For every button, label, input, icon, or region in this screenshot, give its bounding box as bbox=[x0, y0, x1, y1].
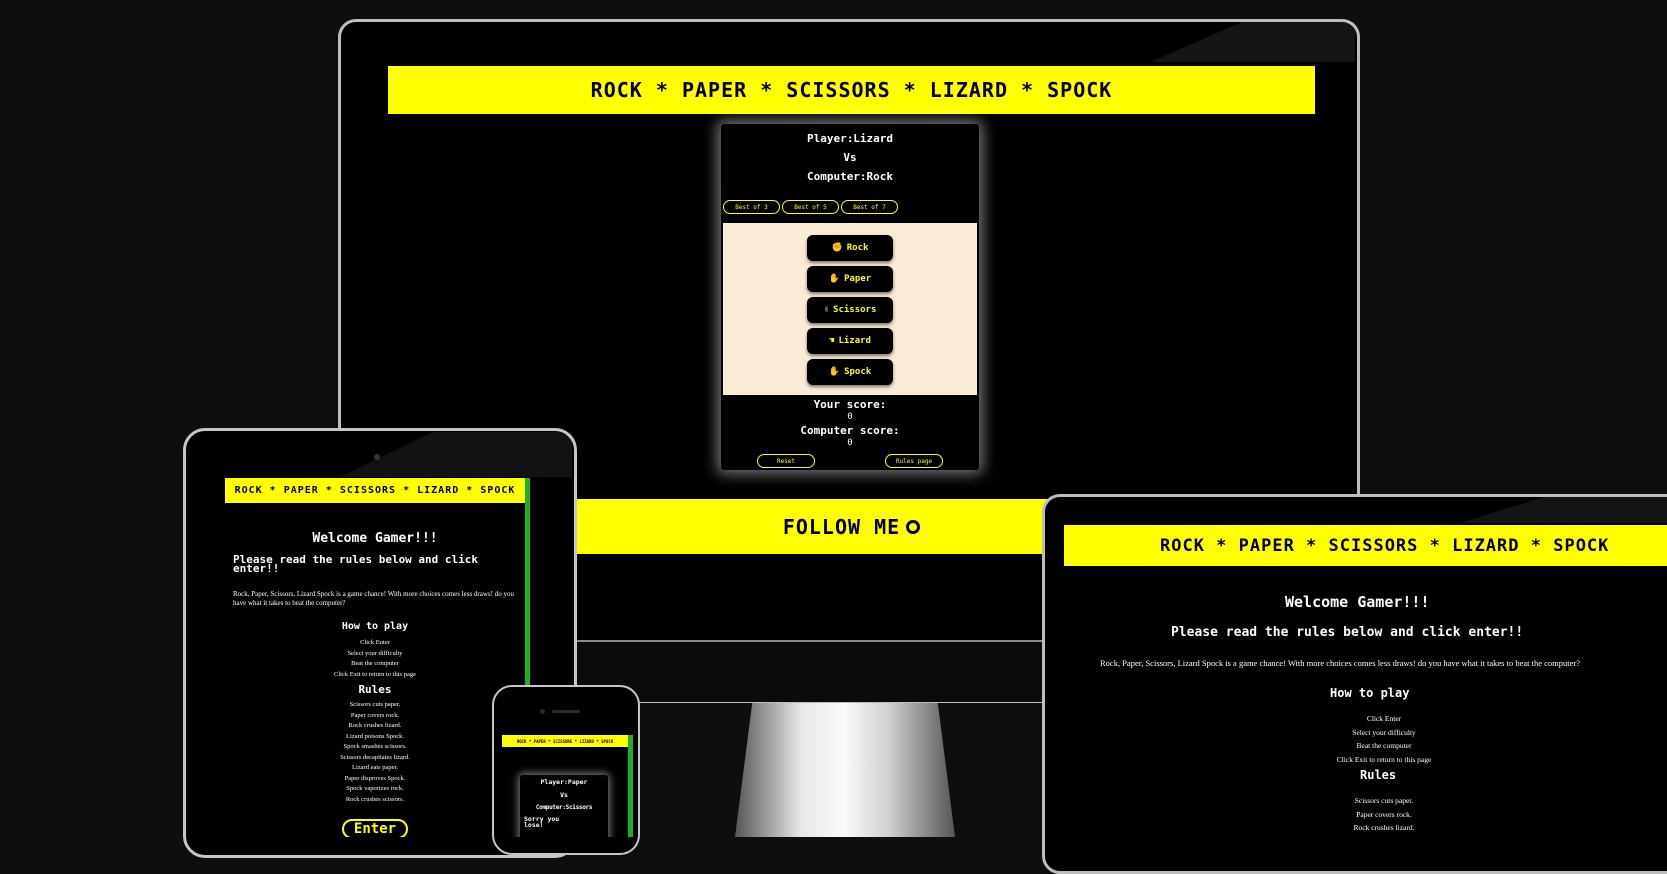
phone-header: ROCK * PAPER * SCISSORS * LIZARD * SPOCK bbox=[502, 735, 628, 747]
laptop-welcome-heading: Welcome Gamer!!! bbox=[1285, 593, 1430, 611]
hand-fist-icon: ✊ bbox=[831, 243, 843, 253]
hand-scissors-icon: ✌ bbox=[823, 305, 830, 315]
laptop-rules-heading: Rules bbox=[1360, 768, 1397, 782]
github-icon[interactable] bbox=[906, 519, 921, 534]
laptop-screen: ROCK * PAPER * SCISSORS * LIZARD * SPOCK… bbox=[1064, 525, 1667, 837]
phone-vs-label: Vs bbox=[560, 791, 568, 799]
phone-screen: ROCK * PAPER * SCISSORS * LIZARD * SPOCK… bbox=[502, 735, 633, 837]
spock-button[interactable]: ✋ Spock bbox=[807, 359, 893, 385]
phone-game-card: Player:Paper Vs Computer:Scissors Sorry … bbox=[520, 775, 608, 837]
phone-camera bbox=[540, 709, 545, 714]
tablet-rules-list: Scissors cuts paper. Paper covers rock. … bbox=[340, 701, 410, 803]
rules-page-button[interactable]: Rules page bbox=[885, 454, 943, 468]
player-choice: Player:Lizard bbox=[806, 132, 894, 145]
phone-result: Sorry you lose! bbox=[524, 815, 560, 829]
tablet-screen: ROCK * PAPER * SCISSORS * LIZARD * SPOCK… bbox=[225, 478, 530, 837]
your-score-value: 0 bbox=[847, 412, 853, 422]
follow-me-link[interactable]: FOLLOW ME bbox=[783, 515, 900, 539]
laptop-subheading: Please read the rules below and click en… bbox=[1171, 625, 1524, 640]
computer-choice: Computer:Rock bbox=[806, 170, 894, 183]
phone-computer-choice: Computer:Scissors bbox=[535, 804, 593, 811]
game-card: Player:Lizard Vs Computer:Rock Best of 3… bbox=[721, 124, 979, 470]
computer-score-value: 0 bbox=[847, 438, 853, 448]
tablet-welcome-heading: Welcome Gamer!!! bbox=[312, 531, 438, 546]
best-of-7-button[interactable]: Best of 7 bbox=[841, 200, 898, 214]
hand-spock-icon: ✋ bbox=[828, 367, 841, 377]
your-score-label: Your score: bbox=[813, 398, 887, 411]
hand-lizard-icon: ☚ bbox=[829, 336, 835, 346]
laptop-intro: Rock, Paper, Scissors, Lizard Spock is a… bbox=[1100, 658, 1580, 668]
tablet-header: ROCK * PAPER * SCISSORS * LIZARD * SPOCK bbox=[225, 478, 525, 503]
laptop-rules-list: Scissors cuts paper. Paper covers rock. … bbox=[1351, 796, 1418, 837]
laptop-how-list: Click Enter Select your difficulty Beat … bbox=[1336, 714, 1432, 764]
tablet-intro: Rock, Paper, Scissors, Lizard Spock is a… bbox=[233, 590, 514, 607]
rock-button[interactable]: ✊ Rock bbox=[807, 235, 893, 261]
tablet-rules-heading: Rules bbox=[358, 683, 392, 696]
tablet-how-list: Click Enter Select your difficulty Beat … bbox=[334, 639, 416, 678]
vs-label: Vs bbox=[843, 151, 857, 164]
phone-player-choice: Player:Paper bbox=[540, 778, 588, 786]
lizard-button[interactable]: ☚ Lizard bbox=[807, 328, 893, 354]
tablet-enter-button[interactable]: Enter bbox=[342, 819, 408, 837]
site-title: ROCK * PAPER * SCISSORS * LIZARD * SPOCK bbox=[590, 78, 1113, 102]
paper-button[interactable]: ✋ Paper bbox=[807, 266, 893, 292]
monitor-stand bbox=[735, 700, 955, 837]
choices-panel: ✊ Rock ✋ Paper ✌ Scissors ☚ Lizard ✋ Spo… bbox=[723, 223, 977, 395]
phone-scrollbar[interactable] bbox=[628, 735, 633, 837]
desktop-header: ROCK * PAPER * SCISSORS * LIZARD * SPOCK bbox=[388, 66, 1315, 114]
best-of-5-button[interactable]: Best of 5 bbox=[782, 200, 839, 214]
laptop-how-heading: How to play bbox=[1330, 686, 1410, 700]
computer-score-label: Computer score: bbox=[800, 424, 900, 437]
phone-speaker bbox=[552, 710, 580, 713]
scissors-button[interactable]: ✌ Scissors bbox=[807, 297, 893, 323]
hand-paper-icon: ✋ bbox=[828, 274, 841, 284]
tablet-how-heading: How to play bbox=[341, 621, 409, 632]
reset-button[interactable]: Reset bbox=[757, 454, 815, 468]
laptop-header: ROCK * PAPER * SCISSORS * LIZARD * SPOCK bbox=[1064, 525, 1667, 566]
tablet-camera bbox=[374, 454, 380, 460]
tablet-subheading: Please read the rules below and click en… bbox=[233, 553, 479, 575]
best-of-3-button[interactable]: Best of 3 bbox=[723, 200, 780, 214]
